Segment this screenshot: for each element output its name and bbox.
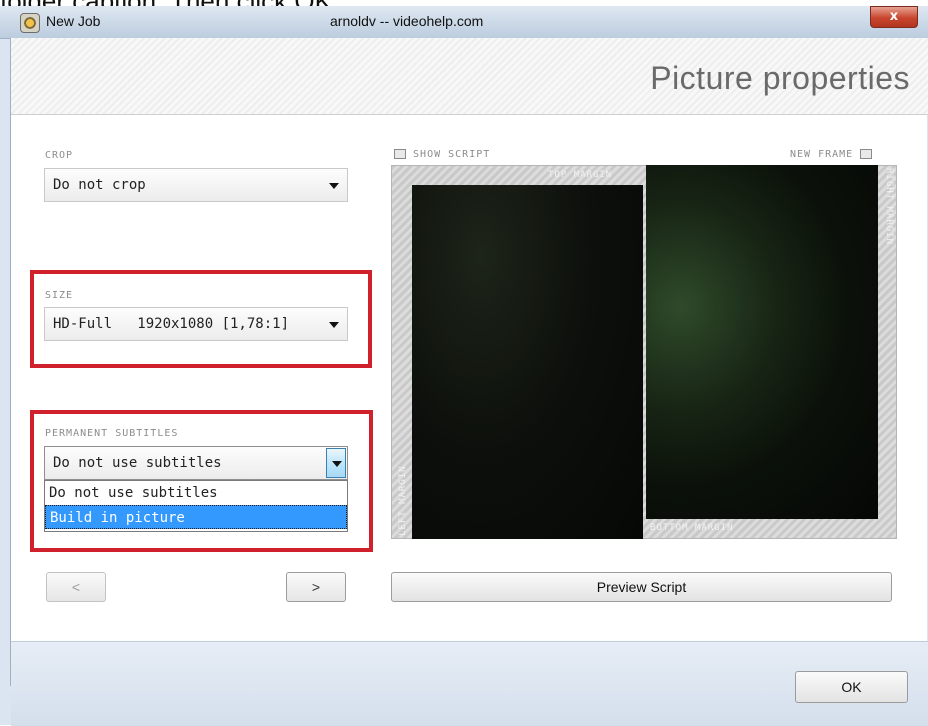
preview-frame-new bbox=[646, 165, 878, 519]
close-button[interactable]: x bbox=[870, 6, 918, 28]
ok-button[interactable]: OK bbox=[795, 671, 908, 703]
prev-button[interactable]: < bbox=[46, 572, 106, 602]
new-frame-label: NEW FRAME bbox=[790, 149, 854, 160]
script-icon bbox=[394, 149, 406, 159]
next-button[interactable]: > bbox=[286, 572, 346, 602]
size-select[interactable]: HD-Full 1920x1080 [1,78:1] bbox=[44, 307, 348, 341]
dropdown-option-selected[interactable]: Build in picture bbox=[45, 505, 347, 529]
page-title: Picture properties bbox=[650, 60, 910, 96]
app-icon bbox=[20, 13, 40, 33]
watermark-text: arnoldv -- videohelp.com bbox=[330, 13, 484, 29]
crop-select[interactable]: Do not crop bbox=[44, 168, 348, 202]
subtitles-select[interactable]: Do not use subtitles bbox=[44, 446, 348, 480]
right-margin-handle[interactable]: RIGHT MARGIN bbox=[884, 168, 894, 245]
window-title: New Job bbox=[46, 13, 101, 29]
chevron-down-icon bbox=[329, 183, 339, 189]
preview-script-button[interactable]: Preview Script bbox=[391, 572, 892, 602]
top-margin-handle[interactable]: TOP MARGIN bbox=[548, 170, 612, 180]
frame-icon bbox=[860, 149, 873, 159]
new-frame-toggle[interactable]: NEW FRAME bbox=[790, 149, 873, 160]
chevron-down-icon bbox=[332, 461, 342, 467]
show-script-label: SHOW SCRIPT bbox=[413, 149, 491, 160]
dropdown-option[interactable]: Do not use subtitles bbox=[45, 481, 347, 505]
subtitles-label: PERMANENT SUBTITLES bbox=[45, 428, 179, 439]
chevron-down-icon bbox=[329, 322, 339, 328]
subtitles-dropdown-list: Do not use subtitles Build in picture bbox=[44, 480, 348, 532]
preview-frame-original bbox=[412, 185, 643, 539]
crop-value: Do not crop bbox=[53, 177, 146, 193]
size-value: HD-Full 1920x1080 [1,78:1] bbox=[53, 316, 290, 332]
size-label: SIZE bbox=[45, 290, 74, 301]
subtitles-value: Do not use subtitles bbox=[53, 455, 222, 471]
show-script-toggle[interactable]: SHOW SCRIPT bbox=[394, 149, 490, 160]
subtitles-dropdown-button[interactable] bbox=[326, 448, 346, 478]
footer-band bbox=[11, 641, 928, 726]
crop-label: CROP bbox=[45, 150, 74, 161]
left-margin-handle[interactable]: LEFT MARGIN bbox=[398, 465, 408, 536]
bottom-margin-handle[interactable]: BOTTOM MARGIN bbox=[650, 523, 733, 533]
